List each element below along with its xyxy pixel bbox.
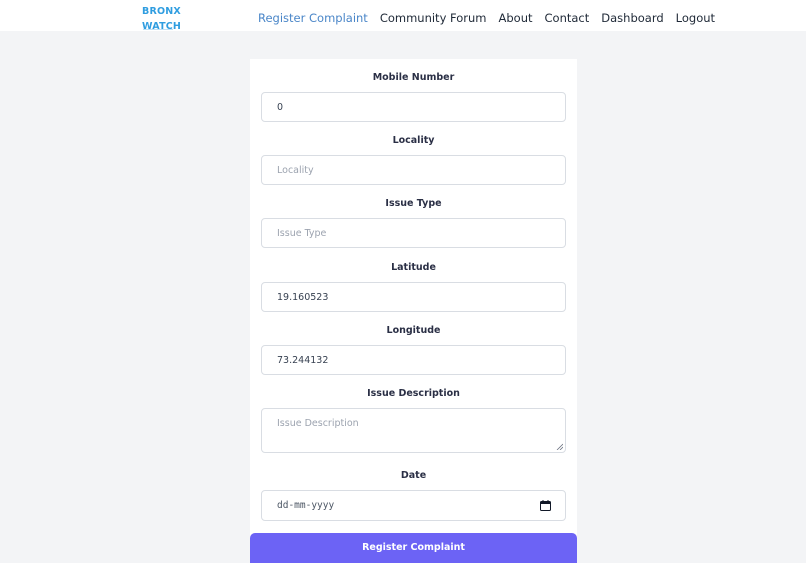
date-label: Date <box>400 470 427 481</box>
issue-type-input[interactable] <box>261 218 566 248</box>
mobile-label: Mobile Number <box>372 72 455 83</box>
date-input[interactable]: dd-mm-yyyy <box>261 490 566 521</box>
nav-register-complaint[interactable]: Register Complaint <box>258 11 368 26</box>
longitude-input[interactable] <box>261 345 566 375</box>
nav-logout[interactable]: Logout <box>676 11 715 26</box>
mobile-input[interactable] <box>261 92 566 122</box>
calendar-icon[interactable] <box>540 500 551 511</box>
latitude-input[interactable] <box>261 282 566 312</box>
longitude-label: Longitude <box>386 325 441 336</box>
navbar: BRONX WATCH Register Complaint Community… <box>0 0 806 32</box>
resize-handle-icon[interactable] <box>556 443 563 450</box>
date-placeholder: dd-mm-yyyy <box>277 500 335 511</box>
nav-community-forum[interactable]: Community Forum <box>380 11 487 26</box>
register-complaint-button[interactable]: Register Complaint <box>250 533 577 563</box>
issue-type-label: Issue Type <box>385 198 442 209</box>
locality-label: Locality <box>392 135 435 146</box>
brand-line-2: WATCH <box>142 21 182 32</box>
complaint-form: Mobile Number Locality Issue Type Latitu… <box>250 59 577 563</box>
brand-underline <box>143 29 173 30</box>
latitude-label: Latitude <box>391 262 436 273</box>
description-textarea[interactable] <box>261 408 566 453</box>
nav-about[interactable]: About <box>499 11 533 26</box>
nav-links: Register Complaint Community Forum About… <box>258 11 715 26</box>
locality-input[interactable] <box>261 155 566 185</box>
brand-line-1: BRONX <box>142 6 181 17</box>
nav-contact[interactable]: Contact <box>545 11 590 26</box>
nav-dashboard[interactable]: Dashboard <box>601 11 663 26</box>
description-label: Issue Description <box>367 388 460 399</box>
